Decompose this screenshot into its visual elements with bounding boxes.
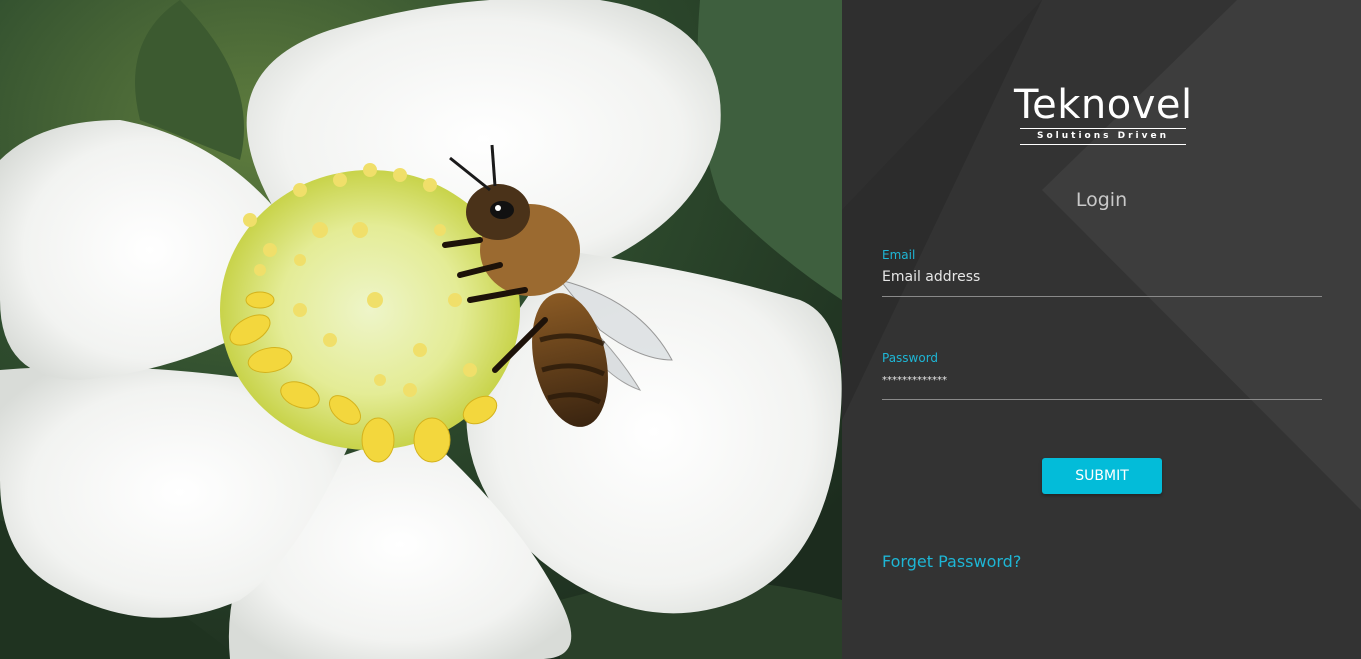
- forget-password-link[interactable]: Forget Password?: [882, 552, 1021, 571]
- password-field[interactable]: [882, 366, 1322, 400]
- email-field[interactable]: [882, 263, 1322, 297]
- login-panel: Teknovel Solutions Driven Login Email Pa…: [842, 0, 1361, 659]
- password-field-group: Password: [882, 350, 1322, 400]
- email-field-group: Email: [882, 247, 1322, 297]
- brand-tagline: Solutions Driven: [1020, 128, 1186, 145]
- password-label: Password: [882, 351, 939, 365]
- login-title: Login: [842, 189, 1361, 211]
- brand-logo: Teknovel Solutions Driven: [1014, 84, 1192, 145]
- submit-button[interactable]: SUBMIT: [1042, 458, 1162, 494]
- login-title-text: Login: [1075, 189, 1128, 211]
- hero-photo: [0, 0, 842, 659]
- email-label: Email: [882, 248, 916, 262]
- login-page: Teknovel Solutions Driven Login Email Pa…: [0, 0, 1361, 659]
- brand-name: Teknovel: [1014, 82, 1193, 128]
